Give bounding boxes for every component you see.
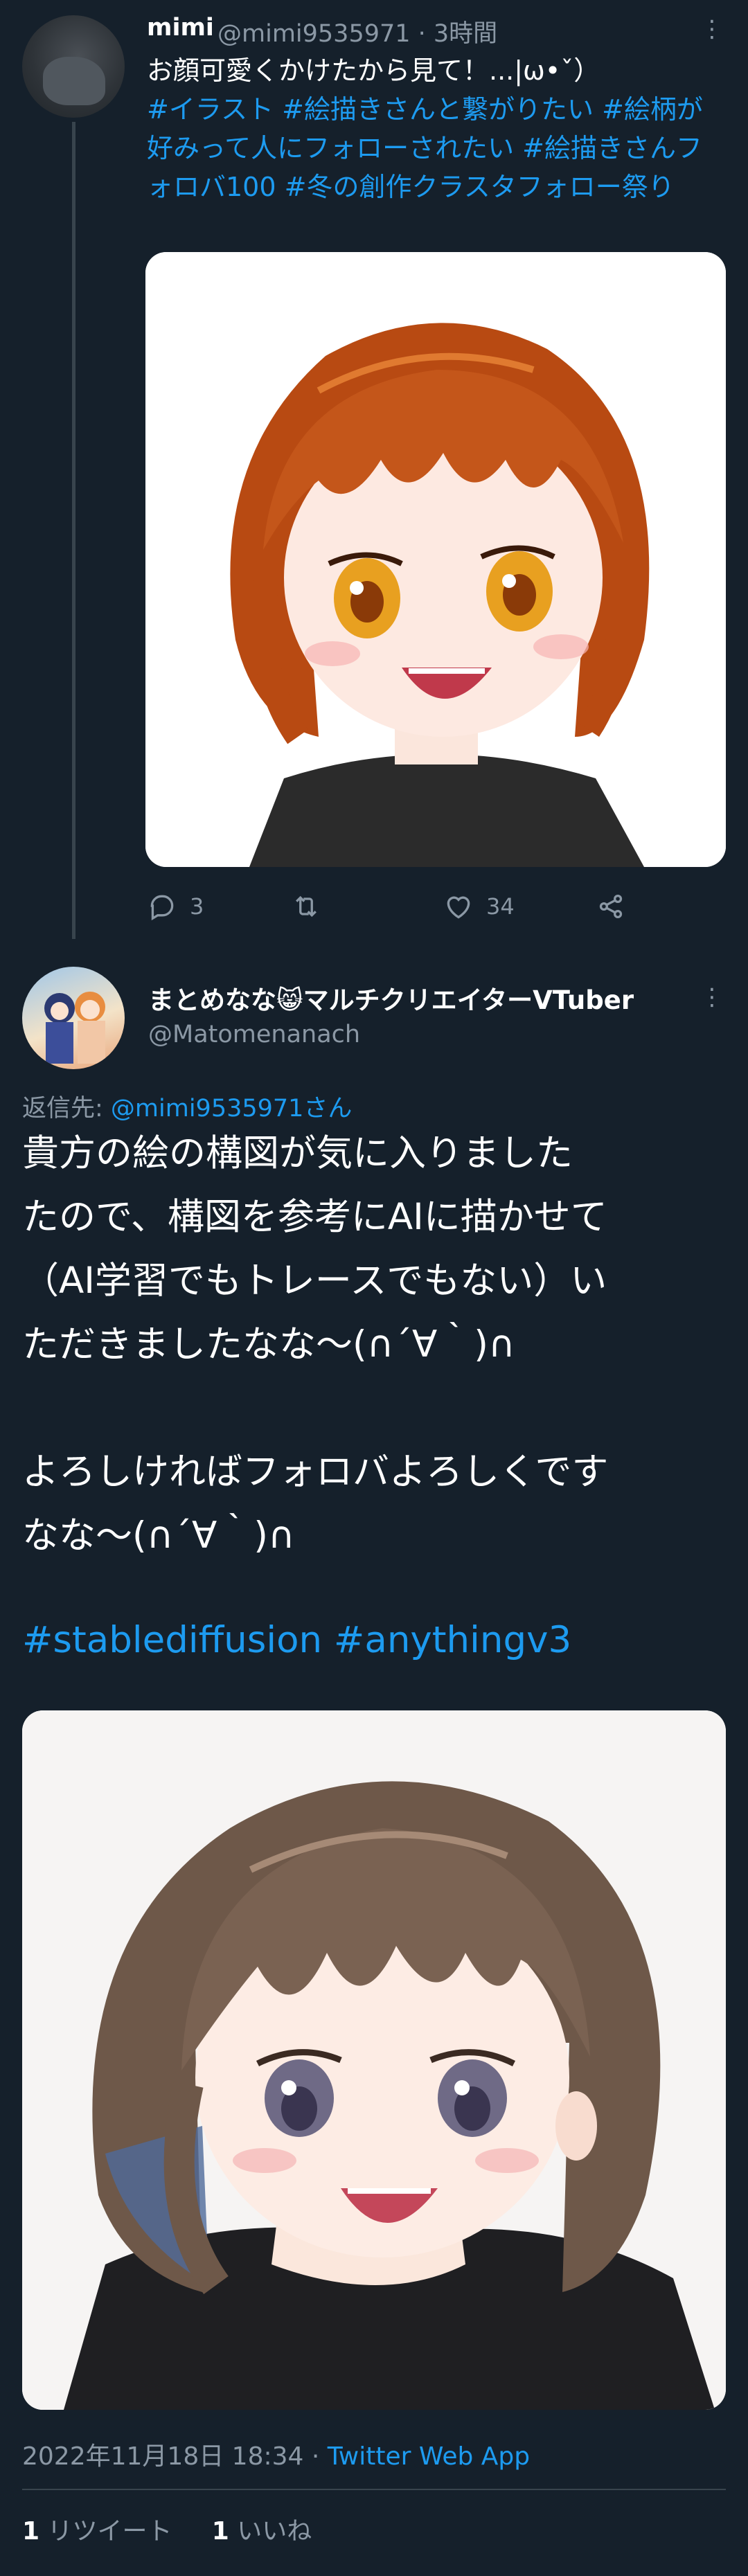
tweet2-text: 貴方の絵の構図が気に入りました たので、構図を参考にAIに描かせて （AI学習で… bbox=[22, 1132, 609, 1557]
retweet-icon bbox=[296, 895, 317, 918]
tweet1-author-handle[interactable]: @mimi9535971 · 3時間 bbox=[217, 14, 497, 49]
likes-stat[interactable]: 1 いいね bbox=[212, 2517, 312, 2546]
avatar-image bbox=[43, 57, 105, 105]
tweet1-author-name[interactable]: mimi bbox=[147, 14, 214, 42]
more-options-icon[interactable]: ⋮ bbox=[698, 983, 726, 1011]
retweets-label: リツイート bbox=[39, 2517, 172, 2546]
heart-icon bbox=[447, 896, 470, 919]
retweet-action[interactable] bbox=[291, 888, 334, 924]
tweet1-hashtags[interactable]: #イラスト #絵描きさんと繋がりたい #絵柄が好みって人にフォローされたい #絵… bbox=[147, 90, 729, 206]
reply-to-user-link[interactable]: @mimi9535971さん bbox=[111, 1095, 353, 1122]
tweet-client-link[interactable]: Twitter Web App bbox=[328, 2442, 530, 2471]
reply-to-line: 返信先: @mimi9535971さん bbox=[22, 1089, 352, 1124]
thread-connector-line bbox=[72, 122, 75, 939]
reply-action[interactable]: 3 bbox=[147, 888, 204, 924]
like-action[interactable]: 34 bbox=[443, 888, 515, 924]
tweet-timestamp[interactable]: 2022年11月18日 18:34 · bbox=[22, 2442, 328, 2471]
divider bbox=[22, 2489, 726, 2490]
tweet-meta: 2022年11月18日 18:34 · Twitter Web App bbox=[22, 2436, 530, 2472]
retweets-stat[interactable]: 1 リツイート bbox=[22, 2517, 172, 2546]
likes-number: 1 bbox=[211, 2517, 229, 2546]
tweet2-image[interactable] bbox=[22, 1710, 726, 2410]
reply-to-label: 返信先: bbox=[22, 1095, 111, 1122]
reply-icon bbox=[150, 895, 174, 921]
tweet2-author-handle[interactable]: @Matomenanach bbox=[148, 1021, 360, 1048]
share-icon bbox=[599, 894, 623, 919]
more-options-icon[interactable]: ⋮ bbox=[698, 15, 726, 43]
avatar-matomenana[interactable] bbox=[22, 967, 125, 1069]
avatar-mimi[interactable] bbox=[22, 15, 125, 118]
reply-count: 3 bbox=[190, 893, 204, 920]
tweet-stats: 1 リツイート 1 いいね bbox=[22, 2511, 312, 2547]
tweet1-image[interactable] bbox=[145, 252, 726, 867]
anime-girl-orange-hair-illustration bbox=[145, 252, 726, 867]
tweet2-hashtags[interactable]: #stablediffusion #anythingv3 bbox=[22, 1619, 571, 1661]
like-count: 34 bbox=[486, 893, 515, 920]
share-action[interactable] bbox=[596, 888, 626, 924]
retweets-number: 1 bbox=[22, 2517, 40, 2546]
avatar-image bbox=[44, 992, 105, 1064]
likes-label: いいね bbox=[229, 2517, 312, 2546]
anime-girl-brown-hair-illustration bbox=[22, 1710, 726, 2410]
tweet2-author-name[interactable]: まとめなな😸マルチクリエイターVTuber bbox=[148, 979, 634, 1017]
tweet1-text: お顔可愛くかけたから見て！...|ω•ˇ） bbox=[147, 55, 600, 86]
